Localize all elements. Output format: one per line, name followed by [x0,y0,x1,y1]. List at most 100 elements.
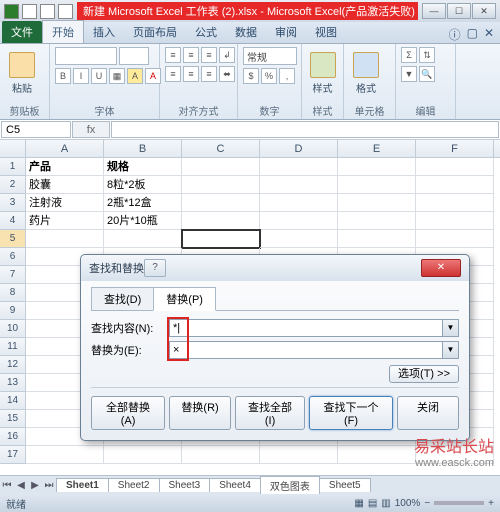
bold-button[interactable]: B [55,68,71,84]
col-D[interactable]: D [260,140,338,157]
save-icon[interactable] [22,4,37,19]
number-format[interactable]: 常规 [243,47,297,65]
autosum-button[interactable]: Σ [401,47,417,63]
cell[interactable] [338,158,416,176]
size-combo[interactable] [119,47,149,65]
sort-button[interactable]: ⇅ [419,47,435,63]
align-bc[interactable]: ≡ [183,66,199,82]
sheet-tab[interactable]: Sheet1 [56,478,109,492]
replace-dropdown[interactable]: ▼ [443,341,459,359]
cell[interactable]: 20片*10瓶 [104,212,182,230]
row-header[interactable]: 2 [0,176,26,194]
format-button[interactable]: 格式 [349,47,383,99]
close-button[interactable]: ✕ [472,3,496,19]
sheet-tab[interactable]: Sheet3 [159,478,211,492]
cell[interactable]: 产品 [26,158,104,176]
row-header[interactable]: 17 [0,446,26,464]
align-tl[interactable]: ≡ [165,47,181,63]
row-header[interactable]: 14 [0,392,26,410]
sheet-tab[interactable]: Sheet5 [319,478,371,492]
fill-down-button[interactable]: ▼ [401,66,417,82]
col-F[interactable]: F [416,140,494,157]
cell[interactable] [182,446,260,464]
tab-layout[interactable]: 页面布局 [124,21,186,43]
minimize-button[interactable]: — [422,3,446,19]
formula-input[interactable] [111,121,499,138]
cell[interactable] [182,212,260,230]
view-pagebreak-icon[interactable]: ▥ [381,498,390,509]
row-header[interactable]: 16 [0,428,26,446]
zoom-slider[interactable] [434,501,484,505]
paste-button[interactable]: 粘贴 [5,47,39,99]
dialog-close-button[interactable]: ✕ [421,259,461,277]
redo-icon[interactable] [58,4,73,19]
row-header[interactable]: 3 [0,194,26,212]
find-input[interactable]: *| [169,319,443,337]
name-box[interactable]: C5 [1,121,71,138]
dialog-tab-find[interactable]: 查找(D) [91,287,154,311]
options-button[interactable]: 选项(T) >> [389,365,459,383]
tab-insert[interactable]: 插入 [84,21,124,43]
cell[interactable]: 注射液 [26,194,104,212]
dialog-help-button[interactable]: ? [144,259,166,277]
select-all-corner[interactable] [0,140,26,157]
tab-nav-next[interactable]: ▶ [28,480,42,491]
cell[interactable] [104,446,182,464]
tab-nav-first[interactable]: ⏮ [0,480,14,491]
cell[interactable] [260,158,338,176]
comma-button[interactable]: , [279,68,295,84]
view-normal-icon[interactable]: ▦ [354,498,363,509]
cell[interactable] [260,212,338,230]
row-header[interactable]: 9 [0,302,26,320]
fontcolor-button[interactable]: A [145,68,161,84]
tab-nav-last[interactable]: ⏭ [42,480,56,491]
ribbon-help[interactable]: ⓘ▢✕ [449,26,494,43]
tab-home[interactable]: 开始 [42,20,84,43]
currency-button[interactable]: $ [243,68,259,84]
cell[interactable] [416,176,494,194]
cell[interactable] [182,194,260,212]
align-tr[interactable]: ≡ [201,47,217,63]
row-header[interactable]: 11 [0,338,26,356]
cell[interactable] [416,158,494,176]
col-B[interactable]: B [104,140,182,157]
cell[interactable] [338,212,416,230]
align-br[interactable]: ≡ [201,66,217,82]
row-header[interactable]: 10 [0,320,26,338]
cell[interactable] [338,446,416,464]
replace-input[interactable]: × [169,341,443,359]
cell[interactable] [182,158,260,176]
row-header[interactable]: 4 [0,212,26,230]
fill-button[interactable]: A [127,68,143,84]
row-header[interactable]: 12 [0,356,26,374]
tab-view[interactable]: 视图 [306,21,346,43]
find-button[interactable]: 🔍 [419,66,435,82]
zoom-in[interactable]: + [488,498,494,509]
tab-file[interactable]: 文件 [2,21,42,43]
font-combo[interactable] [55,47,117,65]
close-button[interactable]: 关闭 [397,396,459,430]
cell[interactable] [26,446,104,464]
maximize-button[interactable]: ☐ [447,3,471,19]
cell[interactable] [416,194,494,212]
cell[interactable] [260,230,338,248]
underline-button[interactable]: U [91,68,107,84]
wrap-button[interactable]: ↲ [219,47,235,63]
cell[interactable] [338,230,416,248]
zoom-level[interactable]: 100% [395,498,421,509]
cell[interactable] [260,176,338,194]
row-header[interactable]: 13 [0,374,26,392]
row-header[interactable]: 7 [0,266,26,284]
styles-button[interactable]: 样式 [307,47,338,99]
undo-icon[interactable] [40,4,55,19]
row-header[interactable]: 15 [0,410,26,428]
tab-formula[interactable]: 公式 [186,21,226,43]
dialog-tab-replace[interactable]: 替换(P) [153,287,216,311]
cell[interactable] [416,212,494,230]
find-all-button[interactable]: 查找全部(I) [235,396,305,430]
cell[interactable] [182,176,260,194]
italic-button[interactable]: I [73,68,89,84]
replace-button[interactable]: 替换(R) [169,396,231,430]
cell[interactable] [182,230,260,248]
tab-nav-prev[interactable]: ◀ [14,480,28,491]
